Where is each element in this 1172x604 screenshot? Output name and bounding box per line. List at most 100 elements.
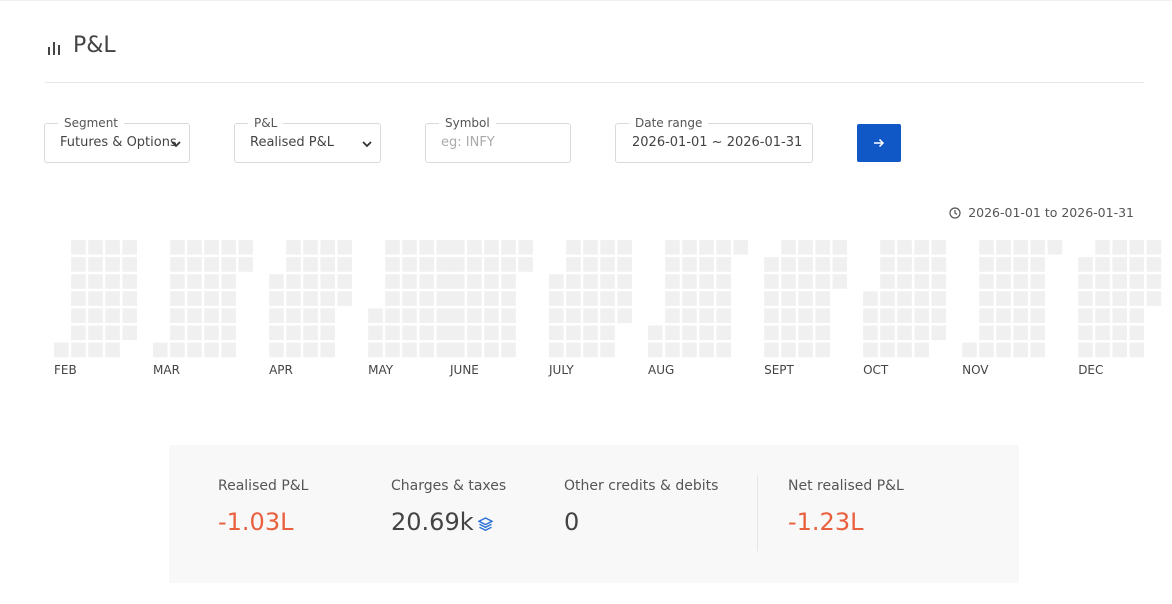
heatmap-day-cell[interactable] bbox=[286, 325, 301, 341]
heatmap-day-cell[interactable] bbox=[187, 325, 202, 341]
heatmap-day-cell[interactable] bbox=[1112, 308, 1127, 323]
heatmap-day-cell[interactable] bbox=[1112, 240, 1127, 255]
heatmap-day-cell[interactable] bbox=[187, 257, 202, 272]
heatmap-day-cell[interactable] bbox=[419, 274, 434, 289]
segment-select[interactable]: Segment Futures & Options bbox=[44, 115, 190, 163]
heatmap-day-cell[interactable] bbox=[815, 291, 830, 306]
heatmap-day-cell[interactable] bbox=[71, 342, 86, 358]
heatmap-day-cell[interactable] bbox=[996, 325, 1011, 341]
submit-button[interactable] bbox=[857, 124, 901, 162]
heatmap-day-cell[interactable] bbox=[450, 325, 465, 341]
heatmap-day-cell[interactable] bbox=[385, 308, 400, 323]
heatmap-day-cell[interactable] bbox=[880, 325, 895, 341]
heatmap-day-cell[interactable] bbox=[337, 257, 353, 272]
heatmap-day-cell[interactable] bbox=[665, 308, 680, 323]
heatmap-day-cell[interactable] bbox=[88, 325, 103, 341]
heatmap-day-cell[interactable] bbox=[617, 291, 632, 306]
heatmap-day-cell[interactable] bbox=[880, 291, 895, 306]
heatmap-day-cell[interactable] bbox=[699, 257, 714, 272]
heatmap-day-cell[interactable] bbox=[436, 325, 452, 341]
heatmap-day-cell[interactable] bbox=[1112, 325, 1127, 341]
heatmap-day-cell[interactable] bbox=[105, 325, 120, 341]
heatmap-day-cell[interactable] bbox=[566, 257, 581, 272]
heatmap-day-cell[interactable] bbox=[897, 308, 912, 323]
heatmap-day-cell[interactable] bbox=[320, 240, 335, 255]
heatmap-day-cell[interactable] bbox=[501, 342, 516, 358]
heatmap-day-cell[interactable] bbox=[484, 257, 499, 272]
heatmap-day-cell[interactable] bbox=[682, 291, 697, 306]
heatmap-day-cell[interactable] bbox=[914, 291, 929, 306]
heatmap-day-cell[interactable] bbox=[501, 308, 516, 323]
heatmap-day-cell[interactable] bbox=[467, 240, 482, 255]
heatmap-day-cell[interactable] bbox=[320, 308, 335, 323]
heatmap-day-cell[interactable] bbox=[368, 325, 383, 341]
heatmap-day-cell[interactable] bbox=[1129, 257, 1145, 272]
heatmap-day-cell[interactable] bbox=[221, 342, 236, 358]
heatmap-day-cell[interactable] bbox=[303, 308, 318, 323]
heatmap-day-cell[interactable] bbox=[716, 308, 731, 323]
heatmap-day-cell[interactable] bbox=[699, 308, 714, 323]
heatmap-day-cell[interactable] bbox=[368, 308, 383, 323]
heatmap-day-cell[interactable] bbox=[71, 308, 86, 323]
heatmap-day-cell[interactable] bbox=[1013, 308, 1028, 323]
heatmap-day-cell[interactable] bbox=[781, 342, 796, 358]
heatmap-day-cell[interactable] bbox=[204, 325, 219, 341]
heatmap-day-cell[interactable] bbox=[931, 257, 947, 272]
heatmap-day-cell[interactable] bbox=[798, 342, 813, 358]
heatmap-day-cell[interactable] bbox=[1146, 240, 1162, 255]
heatmap-day-cell[interactable] bbox=[815, 274, 830, 289]
heatmap-day-cell[interactable] bbox=[931, 325, 947, 341]
heatmap-day-cell[interactable] bbox=[303, 257, 318, 272]
heatmap-day-cell[interactable] bbox=[880, 240, 895, 255]
heatmap-day-cell[interactable] bbox=[1078, 325, 1093, 341]
heatmap-day-cell[interactable] bbox=[105, 308, 120, 323]
heatmap-day-cell[interactable] bbox=[204, 257, 219, 272]
heatmap-day-cell[interactable] bbox=[716, 325, 731, 341]
heatmap-day-cell[interactable] bbox=[436, 308, 452, 323]
heatmap-day-cell[interactable] bbox=[484, 342, 499, 358]
heatmap-day-cell[interactable] bbox=[419, 240, 434, 255]
heatmap-day-cell[interactable] bbox=[979, 342, 994, 358]
heatmap-day-cell[interactable] bbox=[863, 342, 878, 358]
heatmap-day-cell[interactable] bbox=[699, 291, 714, 306]
heatmap-day-cell[interactable] bbox=[699, 240, 714, 255]
heatmap-day-cell[interactable] bbox=[221, 325, 236, 341]
heatmap-day-cell[interactable] bbox=[781, 308, 796, 323]
heatmap-day-cell[interactable] bbox=[665, 257, 680, 272]
heatmap-day-cell[interactable] bbox=[105, 291, 120, 306]
heatmap-day-cell[interactable] bbox=[682, 274, 697, 289]
heatmap-day-cell[interactable] bbox=[88, 291, 103, 306]
heatmap-day-cell[interactable] bbox=[1112, 342, 1127, 358]
heatmap-day-cell[interactable] bbox=[600, 308, 615, 323]
heatmap-day-cell[interactable] bbox=[566, 274, 581, 289]
heatmap-day-cell[interactable] bbox=[665, 274, 680, 289]
heatmap-day-cell[interactable] bbox=[450, 257, 465, 272]
heatmap-day-cell[interactable] bbox=[501, 325, 516, 341]
heatmap-day-cell[interactable] bbox=[583, 291, 598, 306]
heatmap-day-cell[interactable] bbox=[648, 342, 663, 358]
heatmap-day-cell[interactable] bbox=[1030, 274, 1046, 289]
heatmap-day-cell[interactable] bbox=[699, 325, 714, 341]
heatmap-day-cell[interactable] bbox=[501, 240, 516, 255]
heatmap-day-cell[interactable] bbox=[897, 257, 912, 272]
heatmap-day-cell[interactable] bbox=[914, 240, 929, 255]
heatmap-day-cell[interactable] bbox=[204, 274, 219, 289]
heatmap-day-cell[interactable] bbox=[682, 257, 697, 272]
heatmap-day-cell[interactable] bbox=[303, 240, 318, 255]
heatmap-day-cell[interactable] bbox=[764, 274, 779, 289]
heatmap-day-cell[interactable] bbox=[88, 240, 103, 255]
heatmap-day-cell[interactable] bbox=[484, 308, 499, 323]
heatmap-day-cell[interactable] bbox=[1112, 291, 1127, 306]
heatmap-day-cell[interactable] bbox=[368, 342, 383, 358]
heatmap-day-cell[interactable] bbox=[402, 257, 417, 272]
heatmap-day-cell[interactable] bbox=[419, 257, 434, 272]
heatmap-day-cell[interactable] bbox=[221, 308, 236, 323]
heatmap-day-cell[interactable] bbox=[436, 257, 452, 272]
heatmap-day-cell[interactable] bbox=[617, 240, 632, 255]
heatmap-day-cell[interactable] bbox=[996, 342, 1011, 358]
heatmap-day-cell[interactable] bbox=[402, 325, 417, 341]
heatmap-day-cell[interactable] bbox=[1095, 240, 1110, 255]
heatmap-day-cell[interactable] bbox=[286, 257, 301, 272]
heatmap-day-cell[interactable] bbox=[1030, 291, 1046, 306]
heatmap-day-cell[interactable] bbox=[665, 342, 680, 358]
